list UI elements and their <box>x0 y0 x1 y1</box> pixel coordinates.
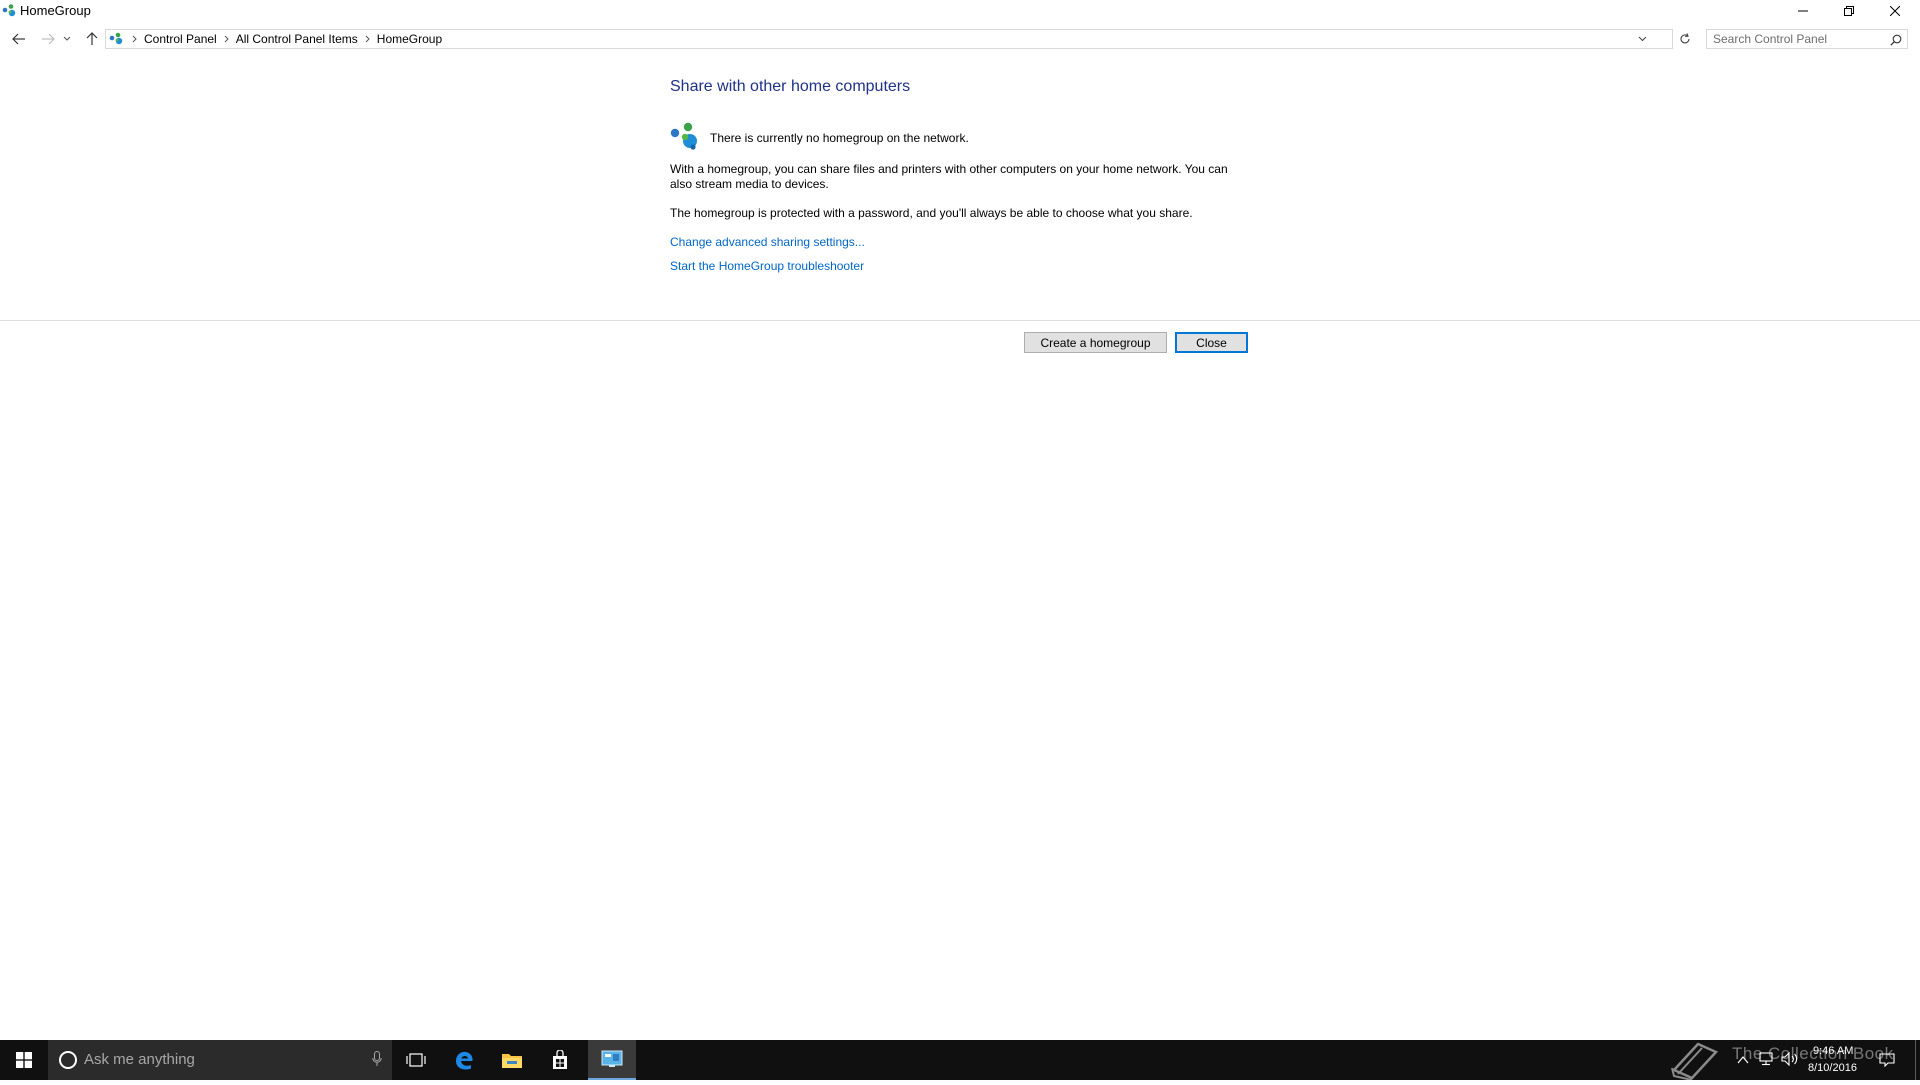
taskbar: Ask me anything The Collection Book 9:46… <box>0 1040 1920 1081</box>
navigation-bar: Control Panel All Control Panel Items Ho… <box>0 27 1920 51</box>
close-button[interactable]: Close <box>1175 332 1248 353</box>
start-button[interactable] <box>0 1040 48 1080</box>
chevron-right-icon[interactable] <box>224 35 229 43</box>
watermark-book-icon <box>1668 1040 1722 1085</box>
show-hidden-icons-icon[interactable] <box>1737 1052 1749 1070</box>
store-button[interactable] <box>536 1040 584 1080</box>
task-view-button[interactable] <box>392 1040 440 1080</box>
chevron-down-icon <box>1638 36 1646 42</box>
chevron-right-icon[interactable] <box>132 35 137 43</box>
recent-locations-button[interactable] <box>60 27 74 51</box>
search-box[interactable] <box>1706 29 1908 49</box>
back-arrow-icon <box>12 33 25 45</box>
file-explorer-button[interactable] <box>488 1040 536 1080</box>
homegroup-icon <box>2 3 17 18</box>
minimize-button[interactable] <box>1780 0 1825 22</box>
clock-time[interactable]: 9:46 AM <box>1813 1045 1853 1057</box>
breadcrumb-all-control-panel-items[interactable]: All Control Panel Items <box>236 32 358 46</box>
control-panel-icon <box>601 1050 623 1067</box>
change-advanced-sharing-link[interactable]: Change advanced sharing settings... <box>670 235 1230 249</box>
search-input[interactable] <box>1713 31 1883 47</box>
edge-icon <box>456 1051 473 1070</box>
homegroup-status-text: There is currently no homegroup on the n… <box>710 131 969 145</box>
refresh-button[interactable] <box>1675 29 1695 49</box>
search-icon[interactable] <box>1890 33 1902 51</box>
cortana-icon <box>58 1050 78 1075</box>
title-bar: HomeGroup <box>0 0 1920 22</box>
minimize-icon <box>1797 10 1808 12</box>
restore-icon <box>1843 6 1854 16</box>
close-icon <box>1889 6 1900 16</box>
homegroup-icon <box>670 122 702 157</box>
breadcrumb-control-panel[interactable]: Control Panel <box>144 32 217 46</box>
edge-browser-button[interactable] <box>440 1040 488 1080</box>
forward-button[interactable] <box>36 27 60 51</box>
windows-logo-icon <box>16 1052 32 1068</box>
window-title: HomeGroup <box>20 3 91 18</box>
volume-icon[interactable] <box>1781 1051 1799 1071</box>
address-dropdown-button[interactable] <box>1634 31 1650 47</box>
control-panel-taskbar-button[interactable] <box>588 1040 636 1080</box>
up-arrow-icon <box>86 32 98 45</box>
cortana-search-box[interactable]: Ask me anything <box>48 1040 392 1080</box>
close-window-button[interactable] <box>1872 0 1917 22</box>
password-info-text: The homegroup is protected with a passwo… <box>670 206 1193 220</box>
cortana-search-placeholder: Ask me anything <box>84 1051 195 1068</box>
breadcrumb-homegroup[interactable]: HomeGroup <box>377 32 442 46</box>
homegroup-panel: Share with other home computers There is… <box>670 78 1230 273</box>
create-homegroup-button[interactable]: Create a homegroup <box>1024 332 1167 353</box>
chevron-right-icon[interactable] <box>365 35 370 43</box>
homegroup-troubleshooter-link[interactable]: Start the HomeGroup troubleshooter <box>670 259 1230 273</box>
folder-icon <box>502 1054 522 1068</box>
show-desktop-button[interactable] <box>1915 1040 1916 1080</box>
store-bag-icon <box>553 1050 567 1069</box>
restore-button[interactable] <box>1826 0 1871 22</box>
description-text: With a homegroup, you can share files an… <box>670 162 1228 191</box>
task-view-icon <box>406 1053 426 1067</box>
up-button[interactable] <box>80 27 104 51</box>
page-title: Share with other home computers <box>670 78 911 95</box>
homegroup-location-icon <box>109 32 125 46</box>
forward-arrow-icon <box>42 33 55 45</box>
back-button[interactable] <box>7 27 31 51</box>
divider <box>0 320 1920 321</box>
action-center-icon[interactable] <box>1879 1053 1895 1072</box>
breadcrumb: Control Panel All Control Panel Items Ho… <box>106 30 442 48</box>
microphone-icon[interactable] <box>372 1051 382 1072</box>
refresh-icon <box>1680 33 1690 44</box>
chevron-down-icon <box>63 36 71 41</box>
network-icon[interactable] <box>1758 1052 1774 1071</box>
clock-date[interactable]: 8/10/2016 <box>1808 1062 1857 1074</box>
address-bar[interactable]: Control Panel All Control Panel Items Ho… <box>105 29 1673 49</box>
status-row: There is currently no homegroup on the n… <box>670 122 1230 152</box>
